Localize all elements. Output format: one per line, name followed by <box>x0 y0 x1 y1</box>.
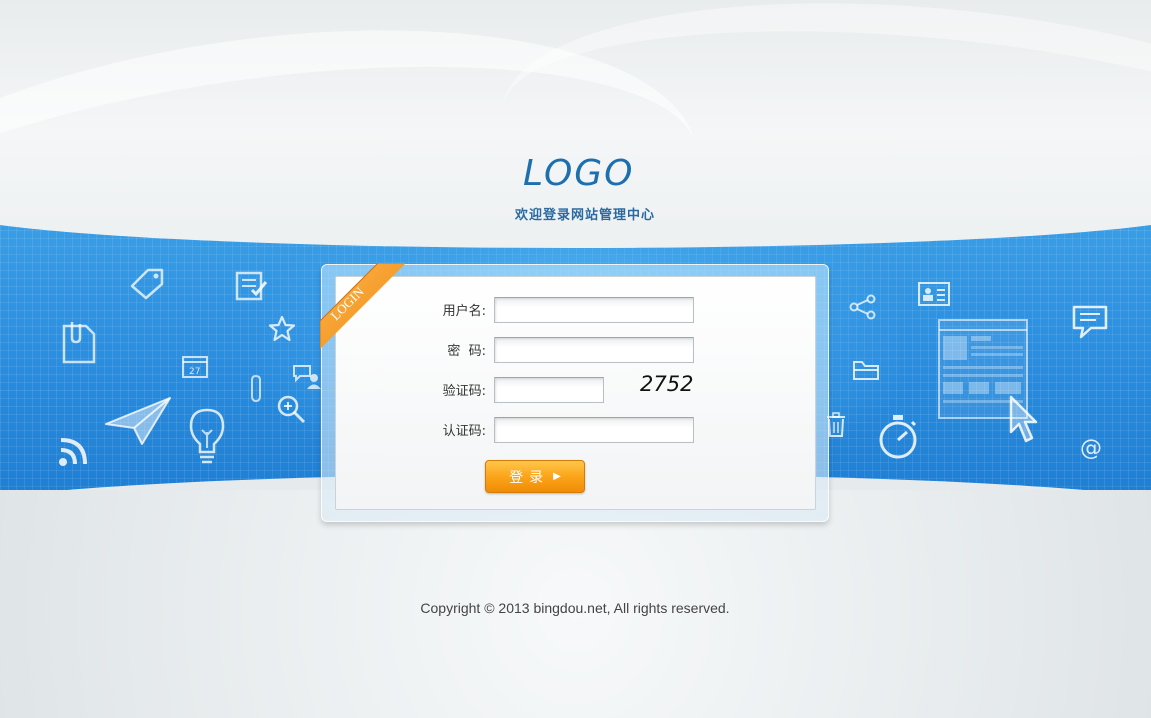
stopwatch-icon <box>879 415 917 459</box>
lightbulb-icon <box>189 408 225 464</box>
copyright-text: Copyright © 2013 bingdou.net, All rights… <box>420 600 730 616</box>
logo-text: LOGO <box>523 153 631 192</box>
login-ribbon: LOGIN <box>320 263 406 349</box>
chat-user-icon <box>293 365 321 389</box>
verify-code-label: 验证码: <box>442 384 486 399</box>
rss-icon <box>59 438 87 466</box>
speech-bubble-icon <box>1072 305 1108 339</box>
folder-icon <box>853 361 879 380</box>
id-card-icon <box>918 282 950 306</box>
site-subtitle: 欢迎登录网站管理中心 <box>514 208 655 223</box>
verify-code-input[interactable] <box>494 377 604 403</box>
svg-text:27: 27 <box>189 367 200 377</box>
login-button-label: 登录 <box>509 469 550 486</box>
login-button[interactable]: 登录 ▶ <box>485 460 585 493</box>
share-icon <box>849 294 876 320</box>
arrow-right-icon: ▶ <box>553 471 561 482</box>
paperclip-icon <box>251 374 261 403</box>
logo: LOGO <box>523 153 631 192</box>
username-label: 用户名: <box>442 304 486 319</box>
username-input[interactable] <box>494 297 694 323</box>
auth-code-label: 认证码: <box>442 424 486 439</box>
notepad-icon <box>235 271 268 301</box>
clipboard-icon <box>62 322 96 364</box>
at-icon: @ <box>1080 436 1102 460</box>
auth-code-input[interactable] <box>494 417 694 443</box>
paper-plane-icon <box>105 397 171 445</box>
password-input[interactable] <box>494 337 694 363</box>
cursor-icon <box>1009 395 1038 443</box>
star-icon <box>268 315 296 342</box>
password-label: 密 码: <box>447 344 486 359</box>
calendar-icon: 27 <box>182 356 208 378</box>
svg-text:@: @ <box>1080 436 1102 460</box>
zoom-icon <box>277 395 306 424</box>
captcha-image[interactable]: 2752 <box>640 372 700 400</box>
tag-icon <box>130 268 164 300</box>
